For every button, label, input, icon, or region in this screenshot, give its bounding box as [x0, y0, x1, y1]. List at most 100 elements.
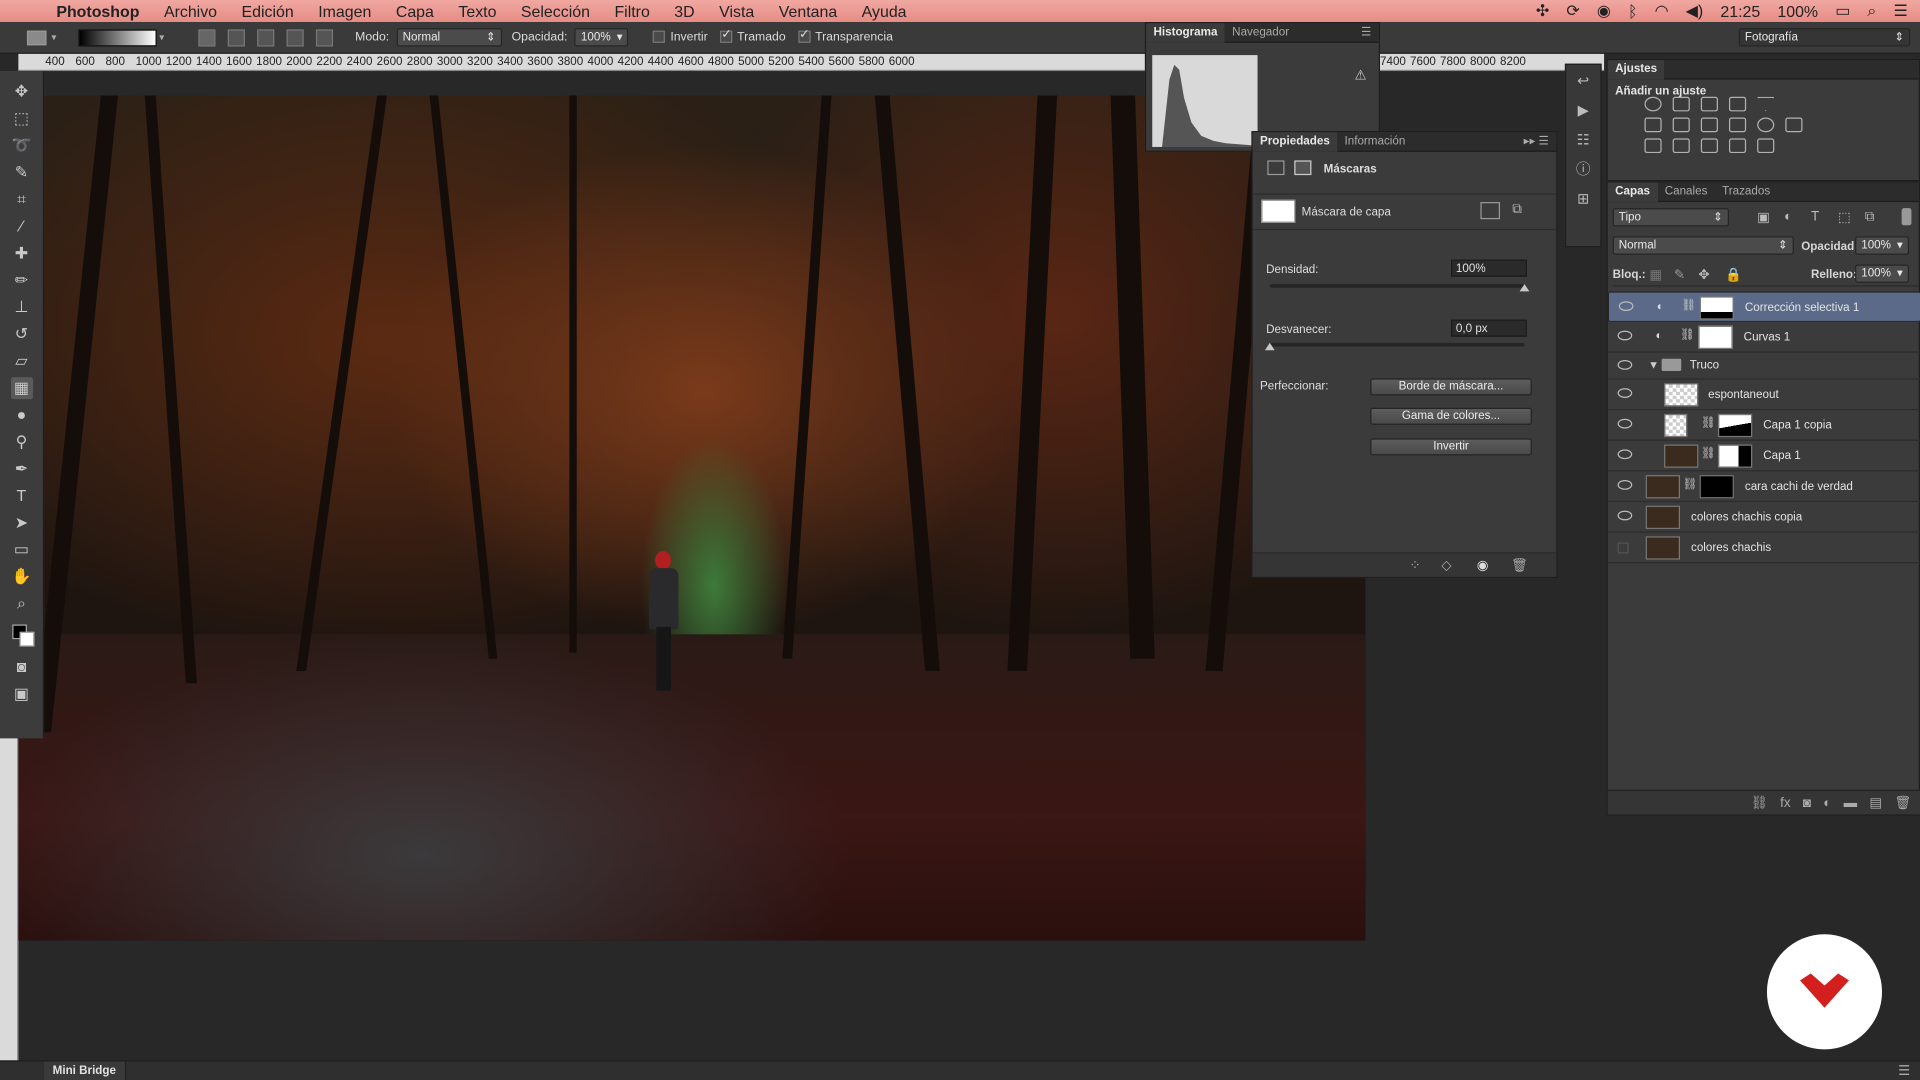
menu-ventana[interactable]: Ventana — [779, 2, 837, 20]
quick-selection-tool-icon[interactable]: ✎ — [10, 162, 32, 184]
photo-filter-icon[interactable] — [1728, 117, 1747, 133]
tab-info[interactable]: Información — [1337, 132, 1412, 152]
menu-texto[interactable]: Texto — [458, 2, 496, 20]
record-icon[interactable]: ◉ — [1597, 1, 1611, 21]
angle-gradient-icon[interactable] — [257, 28, 275, 46]
tab-layers[interactable]: Capas — [1607, 181, 1658, 202]
black-white-icon[interactable] — [1700, 117, 1718, 133]
spotlight-icon[interactable]: ⌕ — [1867, 1, 1876, 21]
sync-icon[interactable]: ⟳ — [1566, 1, 1579, 21]
layer-thumbnail[interactable] — [1664, 413, 1688, 438]
visibility-eye-icon[interactable] — [1617, 418, 1633, 429]
selective-color-icon[interactable] — [1757, 138, 1775, 154]
lock-transparent-icon[interactable]: ▦ — [1649, 267, 1662, 283]
clone-source-icon[interactable]: ⊞ — [1572, 187, 1594, 209]
invert-mask-button[interactable]: Invertir — [1370, 438, 1532, 456]
menu-imagen[interactable]: Imagen — [318, 2, 371, 20]
radial-gradient-icon[interactable] — [227, 28, 245, 46]
layer-mask-thumbnail[interactable] — [1699, 475, 1734, 499]
lasso-tool-icon[interactable]: ➰ — [10, 135, 32, 157]
hand-tool-icon[interactable]: ✋ — [10, 566, 32, 588]
group-name[interactable]: Truco — [1690, 359, 1719, 372]
layer-thumbnail[interactable] — [1645, 475, 1681, 499]
menu-edicion[interactable]: Edición — [242, 2, 294, 20]
mini-bridge-tab[interactable]: Mini Bridge — [44, 1061, 126, 1080]
link-layers-icon[interactable]: ⛓ — [1751, 795, 1768, 811]
crop-tool-icon[interactable]: ⌗ — [10, 189, 32, 211]
layer-style-icon[interactable]: fx — [1780, 795, 1790, 810]
apple-icon[interactable] — [22, 2, 42, 19]
add-mask-icon[interactable]: ◙ — [1803, 795, 1811, 810]
group-expand-icon[interactable]: ▼ — [1648, 359, 1659, 371]
eyedropper-tool-icon[interactable]: ⁄ — [10, 216, 32, 238]
link-icon[interactable]: ⛓ — [1701, 416, 1716, 429]
notifications-icon[interactable]: ☰ — [1893, 1, 1907, 21]
blend-mode-select[interactable]: Normal ⇕ — [1612, 236, 1794, 255]
visibility-eye-icon[interactable] — [1617, 360, 1633, 370]
layer-mask-thumbnail[interactable] — [1717, 444, 1753, 468]
threshold-icon[interactable] — [1700, 138, 1718, 154]
eraser-tool-icon[interactable]: ▱ — [10, 350, 32, 372]
stamp-tool-icon[interactable]: ⊥ — [10, 296, 32, 318]
info-icon[interactable]: ⓘ — [1572, 158, 1594, 180]
dropbox-icon[interactable]: ✣ — [1536, 1, 1549, 21]
invert-adjustment-icon[interactable] — [1644, 138, 1662, 154]
actions-play-icon[interactable]: ▶ — [1572, 99, 1594, 121]
foreground-background-colors[interactable] — [10, 620, 34, 647]
filter-adjustment-icon[interactable]: ◐ — [1784, 209, 1792, 224]
tab-properties[interactable]: Propiedades — [1252, 131, 1338, 152]
layer-row[interactable]: colores chachis — [1607, 533, 1920, 564]
link-icon[interactable]: ⛓ — [1701, 447, 1716, 460]
lock-position-icon[interactable]: ✥ — [1698, 267, 1709, 283]
volume-icon[interactable]: ◀) — [1686, 1, 1704, 21]
layer-name[interactable]: Corrección selectiva 1 — [1745, 301, 1859, 314]
vibrance-icon[interactable] — [1757, 96, 1775, 112]
menu-ayuda[interactable]: Ayuda — [862, 2, 907, 20]
lock-pixels-icon[interactable]: ✎ — [1674, 267, 1685, 283]
density-field[interactable]: 100% — [1451, 259, 1527, 277]
document-canvas[interactable] — [18, 95, 1366, 941]
filter-toggle-icon[interactable] — [1901, 208, 1912, 226]
add-pixel-mask-icon[interactable] — [1480, 202, 1501, 220]
new-group-icon[interactable]: ▬ — [1844, 795, 1857, 810]
panel-menu-icon[interactable]: ☰ — [1898, 1063, 1910, 1079]
type-tool-icon[interactable]: T — [10, 485, 32, 507]
layer-thumbnail[interactable] — [1645, 536, 1681, 560]
link-icon[interactable]: ⛓ — [1680, 328, 1695, 341]
path-selection-tool-icon[interactable]: ➤ — [10, 512, 32, 534]
warning-icon[interactable]: ⚠ — [1354, 67, 1366, 84]
layer-name[interactable]: espontaneout — [1708, 388, 1779, 401]
menu-app-name[interactable]: Photoshop — [56, 2, 139, 20]
history-brush-tool-icon[interactable]: ↺ — [10, 323, 32, 345]
brightness-contrast-icon[interactable] — [1644, 96, 1662, 112]
workspace-select[interactable]: Fotografía ⇕ — [1738, 28, 1911, 47]
layer-thumbnail[interactable] — [1664, 383, 1699, 407]
filter-shape-icon[interactable]: ⬚ — [1838, 209, 1851, 226]
screen-mode-icon[interactable]: ▣ — [10, 683, 32, 705]
tab-adjustments[interactable]: Ajustes — [1607, 59, 1665, 79]
panel-menu-icon[interactable]: ▸▸ ☰ — [1524, 135, 1549, 148]
hue-saturation-icon[interactable] — [1644, 117, 1662, 133]
wifi-icon[interactable]: ◠ — [1655, 1, 1669, 21]
menu-3d[interactable]: 3D — [674, 2, 694, 20]
vector-mask-icon[interactable] — [1294, 160, 1312, 176]
layer-row[interactable]: ◐ ⛓ Curvas 1 — [1607, 322, 1920, 353]
layer-mask-thumbnail[interactable] — [1717, 413, 1753, 438]
visibility-toggle-off[interactable] — [1617, 542, 1629, 554]
new-layer-icon[interactable]: ▤ — [1869, 795, 1882, 811]
pixel-mask-icon[interactable] — [1267, 160, 1285, 176]
menu-filtro[interactable]: Filtro — [614, 2, 649, 20]
mask-edge-button[interactable]: Borde de máscara... — [1370, 378, 1532, 396]
density-slider-knob[interactable] — [1519, 284, 1530, 292]
background-color-swatch[interactable] — [18, 631, 34, 647]
battery-icon[interactable]: ▭ — [1835, 1, 1850, 21]
healing-brush-tool-icon[interactable]: ✚ — [10, 242, 32, 264]
density-slider[interactable] — [1269, 284, 1525, 288]
tab-navigator[interactable]: Navegador — [1225, 23, 1297, 43]
layer-row[interactable]: colores chachis copia — [1607, 502, 1920, 533]
add-vector-mask-icon[interactable]: ⧉ — [1512, 202, 1522, 218]
bluetooth-icon[interactable]: ᛒ — [1628, 2, 1638, 20]
visibility-eye-icon[interactable] — [1617, 330, 1633, 341]
layer-row[interactable]: ⛓ Capa 1 — [1607, 441, 1920, 472]
quick-mask-icon[interactable]: ◙ — [10, 656, 32, 678]
